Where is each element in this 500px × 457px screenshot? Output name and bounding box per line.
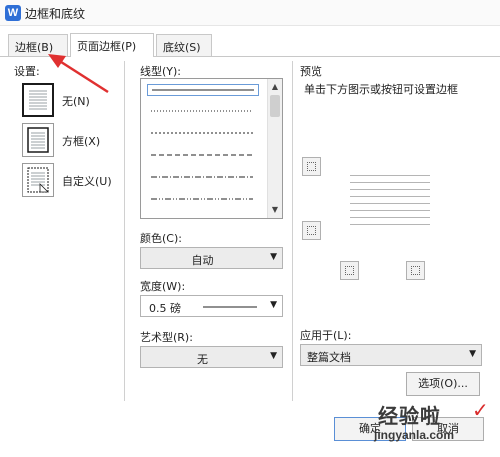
color-label: 颜色(C):: [140, 232, 182, 245]
art-label: 艺术型(R):: [140, 331, 193, 344]
tab-page-borders[interactable]: 页面边框(P): [70, 33, 154, 57]
bottom-border-button[interactable]: [302, 221, 321, 240]
left-border-icon: [345, 266, 354, 275]
setting-none[interactable]: 无(N): [22, 83, 122, 117]
width-line-sample: [203, 306, 257, 308]
tab-borders[interactable]: 边框(B): [8, 34, 68, 56]
setting-box-label: 方框(X): [62, 135, 101, 148]
width-value: 0.5 磅: [149, 302, 181, 315]
tab-shading[interactable]: 底纹(S): [156, 34, 212, 56]
setting-none-label: 无(N): [62, 95, 90, 108]
preview-label: 预览: [300, 65, 322, 78]
right-border-button[interactable]: [406, 261, 425, 280]
page-border-panel: 设置: 无(N) 方框(X) 自定义(U) 线型(Y): ▲ ▼ 颜色(C): …: [0, 57, 500, 457]
color-value: 自动: [191, 254, 214, 267]
line-style-option[interactable]: [147, 106, 259, 118]
line-style-option[interactable]: [147, 84, 259, 96]
dropdown-arrow-icon: ▼: [469, 349, 476, 359]
apply-to-value: 整篇文档: [307, 351, 351, 364]
color-select[interactable]: 自动 ▼: [140, 247, 283, 269]
border-box-icon: [22, 123, 54, 157]
checkmark-icon: ✓: [472, 398, 489, 422]
line-style-list[interactable]: ▲ ▼: [140, 78, 283, 219]
watermark: 经验啦 ✓ jingyanla.com: [368, 398, 498, 454]
title-bar: W 边框和底纹: [0, 0, 500, 26]
tab-bar: 边框(B) 页面边框(P) 底纹(S): [0, 33, 500, 57]
line-style-option[interactable]: [147, 194, 259, 206]
watermark-text: 经验啦: [378, 404, 441, 428]
bottom-border-icon: [307, 226, 316, 235]
setting-custom[interactable]: 自定义(U): [22, 163, 122, 197]
preview-hint: 单击下方图示或按钮可设置边框: [304, 83, 458, 96]
top-border-button[interactable]: [302, 157, 321, 176]
line-style-option[interactable]: [147, 128, 259, 140]
apply-to-label: 应用于(L):: [300, 329, 352, 342]
line-style-label: 线型(Y):: [140, 65, 182, 78]
apply-to-select[interactable]: 整篇文档 ▼: [300, 344, 482, 366]
line-style-option[interactable]: [147, 150, 259, 162]
scroll-down-icon[interactable]: ▼: [268, 203, 282, 217]
border-custom-icon: [22, 163, 54, 197]
border-none-icon: [22, 83, 54, 117]
width-select[interactable]: 0.5 磅 ▼: [140, 295, 283, 317]
dropdown-arrow-icon: ▼: [270, 300, 277, 310]
art-value: 无: [197, 353, 208, 366]
art-select[interactable]: 无 ▼: [140, 346, 283, 368]
wps-writer-icon: W: [5, 5, 21, 21]
width-label: 宽度(W):: [140, 280, 186, 293]
left-border-button[interactable]: [340, 261, 359, 280]
top-border-icon: [307, 162, 316, 171]
preview-diagram: [298, 155, 482, 295]
setting-custom-label: 自定义(U): [62, 175, 112, 188]
preview-page[interactable]: [350, 175, 430, 227]
setting-box[interactable]: 方框(X): [22, 123, 122, 157]
dropdown-arrow-icon: ▼: [270, 351, 277, 361]
settings-label: 设置:: [14, 65, 40, 78]
scroll-up-icon[interactable]: ▲: [268, 80, 282, 94]
line-style-scrollbar[interactable]: ▲ ▼: [267, 79, 282, 218]
scroll-thumb[interactable]: [270, 95, 280, 117]
divider-right: [292, 61, 293, 401]
line-style-option[interactable]: [147, 172, 259, 184]
divider-left: [124, 61, 125, 401]
options-button[interactable]: 选项(O)...: [406, 372, 480, 396]
dropdown-arrow-icon: ▼: [270, 252, 277, 262]
watermark-url: jingyanla.com: [374, 428, 455, 442]
window-title: 边框和底纹: [25, 7, 86, 21]
right-border-icon: [411, 266, 420, 275]
